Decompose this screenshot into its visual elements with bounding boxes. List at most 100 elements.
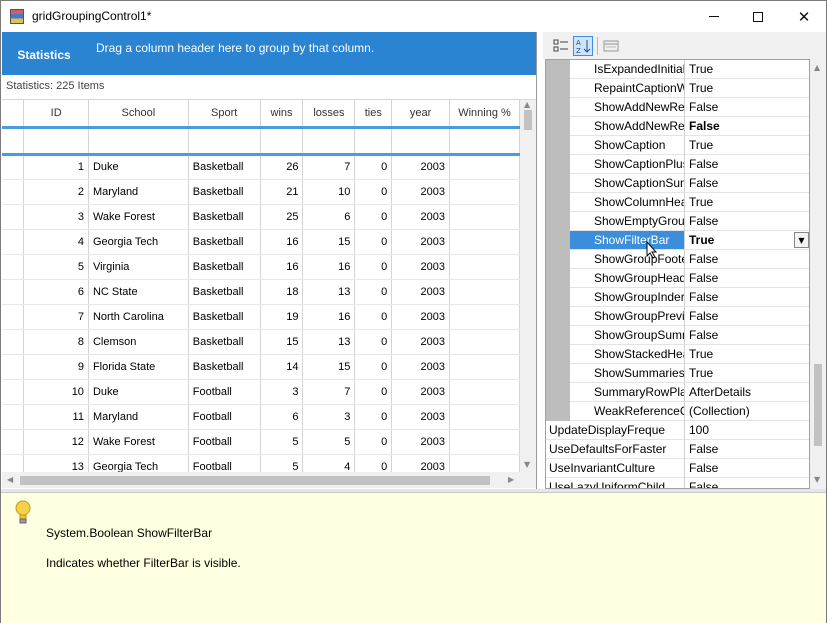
cell-sport[interactable]: Basketball bbox=[188, 154, 261, 180]
cell-sport[interactable]: Football bbox=[188, 404, 261, 430]
cell-year[interactable]: 2003 bbox=[391, 454, 451, 472]
cell-wins[interactable]: 18 bbox=[260, 279, 304, 305]
property-value[interactable]: True bbox=[685, 345, 809, 364]
cell-losses[interactable]: 13 bbox=[302, 279, 356, 305]
cell-year[interactable]: 2003 bbox=[391, 154, 451, 180]
cell-ties[interactable]: 0 bbox=[354, 404, 393, 430]
cell-wins[interactable]: 16 bbox=[260, 254, 304, 280]
cell-year[interactable]: 2003 bbox=[391, 204, 451, 230]
cell-year[interactable]: 2003 bbox=[391, 279, 451, 305]
property-row[interactable]: ShowEmptyGrou False bbox=[546, 212, 809, 231]
property-value[interactable]: False bbox=[685, 269, 809, 288]
column-header-wins[interactable]: wins bbox=[260, 100, 304, 129]
prop-scroll-up-icon[interactable]: ▲ bbox=[814, 63, 820, 72]
row-indicator[interactable] bbox=[2, 279, 25, 305]
cell-school[interactable]: North Carolina bbox=[88, 304, 189, 330]
cell-school[interactable]: Clemson bbox=[88, 329, 189, 355]
property-name[interactable]: ShowFilterBar bbox=[570, 231, 685, 250]
property-name[interactable]: UpdateDisplayFreque bbox=[546, 421, 685, 440]
property-name[interactable]: ShowGroupSumr bbox=[570, 326, 685, 345]
row-indicator[interactable] bbox=[2, 204, 25, 230]
cell-ties[interactable]: 0 bbox=[354, 454, 393, 472]
filter-cell-wins[interactable] bbox=[260, 127, 304, 156]
cell-school[interactable]: Wake Forest bbox=[88, 429, 189, 455]
cell-losses[interactable]: 16 bbox=[302, 304, 356, 330]
cell-ties[interactable]: 0 bbox=[354, 304, 393, 330]
filter-cell-losses[interactable] bbox=[302, 127, 356, 156]
property-value[interactable]: False bbox=[685, 440, 809, 459]
cell-year[interactable]: 2003 bbox=[391, 379, 451, 405]
cell-winning-pct[interactable] bbox=[449, 229, 520, 255]
table-row[interactable]: 1 Duke Basketball 26 7 0 2003 bbox=[2, 154, 520, 180]
property-name[interactable]: ShowStackedHea bbox=[570, 345, 685, 364]
cell-ties[interactable]: 0 bbox=[354, 204, 393, 230]
property-value[interactable]: False bbox=[685, 174, 809, 193]
cell-sport[interactable]: Basketball bbox=[188, 279, 261, 305]
cell-school[interactable]: Georgia Tech bbox=[88, 454, 189, 472]
prop-scroll-down-icon[interactable]: ▼ bbox=[814, 475, 820, 484]
property-value[interactable]: True bbox=[685, 193, 809, 212]
cell-id[interactable]: 3 bbox=[23, 204, 89, 230]
cell-wins[interactable]: 26 bbox=[260, 154, 304, 180]
table-row[interactable]: 3 Wake Forest Basketball 25 6 0 2003 bbox=[2, 204, 520, 230]
cell-losses[interactable]: 4 bbox=[302, 454, 356, 472]
cell-winning-pct[interactable] bbox=[449, 304, 520, 330]
alphabetical-button[interactable]: A Z bbox=[573, 36, 593, 56]
column-header-losses[interactable]: losses bbox=[302, 100, 356, 129]
filter-cell-id[interactable] bbox=[23, 127, 89, 156]
grid-vertical-scroll-thumb[interactable] bbox=[524, 110, 532, 130]
property-row[interactable]: ShowGroupSumr False bbox=[546, 326, 809, 345]
property-row[interactable]: ShowColumnHea True bbox=[546, 193, 809, 212]
cell-winning-pct[interactable] bbox=[449, 279, 520, 305]
column-header-winning-pct[interactable]: Winning % bbox=[449, 100, 520, 129]
cell-winning-pct[interactable] bbox=[449, 404, 520, 430]
property-row[interactable]: UpdateDisplayFreque 100 bbox=[546, 421, 809, 440]
property-value[interactable]: True bbox=[685, 79, 809, 98]
cell-school[interactable]: Maryland bbox=[88, 404, 189, 430]
table-row[interactable]: 5 Virginia Basketball 16 16 0 2003 bbox=[2, 254, 520, 280]
cell-sport[interactable]: Basketball bbox=[188, 204, 261, 230]
property-value[interactable]: True bbox=[685, 136, 809, 155]
property-row[interactable]: ShowFilterBar True ▼ bbox=[546, 231, 809, 250]
filter-cell-winning-pct[interactable] bbox=[449, 127, 520, 156]
cell-wins[interactable]: 19 bbox=[260, 304, 304, 330]
property-value[interactable]: False bbox=[685, 307, 809, 326]
cell-id[interactable]: 9 bbox=[23, 354, 89, 380]
property-value[interactable]: True bbox=[685, 60, 809, 79]
grid-horizontal-scrollbar[interactable]: ◀ ▶ bbox=[2, 472, 536, 488]
maximize-button[interactable] bbox=[735, 1, 781, 32]
cell-year[interactable]: 2003 bbox=[391, 429, 451, 455]
cell-ties[interactable]: 0 bbox=[354, 354, 393, 380]
property-row[interactable]: ShowCaptionPlus False bbox=[546, 155, 809, 174]
cell-losses[interactable]: 13 bbox=[302, 329, 356, 355]
cell-year[interactable]: 2003 bbox=[391, 329, 451, 355]
table-row[interactable]: 8 Clemson Basketball 15 13 0 2003 bbox=[2, 329, 520, 355]
column-header-ties[interactable]: ties bbox=[354, 100, 393, 129]
property-row[interactable]: ShowGroupInder False bbox=[546, 288, 809, 307]
cell-losses[interactable]: 7 bbox=[302, 154, 356, 180]
cell-winning-pct[interactable] bbox=[449, 429, 520, 455]
cell-wins[interactable]: 14 bbox=[260, 354, 304, 380]
scroll-down-icon[interactable]: ▼ bbox=[524, 460, 530, 469]
column-header-sport[interactable]: Sport bbox=[188, 100, 261, 129]
property-vertical-scrollbar[interactable]: ▲ ▼ bbox=[810, 59, 826, 489]
cell-losses[interactable]: 16 bbox=[302, 254, 356, 280]
property-name[interactable]: ShowColumnHea bbox=[570, 193, 685, 212]
column-header-year[interactable]: year bbox=[391, 100, 451, 129]
cell-ties[interactable]: 0 bbox=[354, 329, 393, 355]
cell-winning-pct[interactable] bbox=[449, 454, 520, 472]
cell-ties[interactable]: 0 bbox=[354, 379, 393, 405]
cell-winning-pct[interactable] bbox=[449, 204, 520, 230]
property-name[interactable]: SummaryRowPla bbox=[570, 383, 685, 402]
property-name[interactable]: IsExpandedInitiall bbox=[570, 60, 685, 79]
cell-id[interactable]: 12 bbox=[23, 429, 89, 455]
property-row[interactable]: ShowCaptionSum False bbox=[546, 174, 809, 193]
filter-cell-sport[interactable] bbox=[188, 127, 261, 156]
cell-id[interactable]: 11 bbox=[23, 404, 89, 430]
cell-winning-pct[interactable] bbox=[449, 179, 520, 205]
scroll-up-icon[interactable]: ▲ bbox=[524, 100, 530, 109]
cell-winning-pct[interactable] bbox=[449, 379, 520, 405]
cell-ties[interactable]: 0 bbox=[354, 229, 393, 255]
scroll-right-icon[interactable]: ▶ bbox=[508, 475, 514, 484]
row-indicator[interactable] bbox=[2, 454, 25, 472]
